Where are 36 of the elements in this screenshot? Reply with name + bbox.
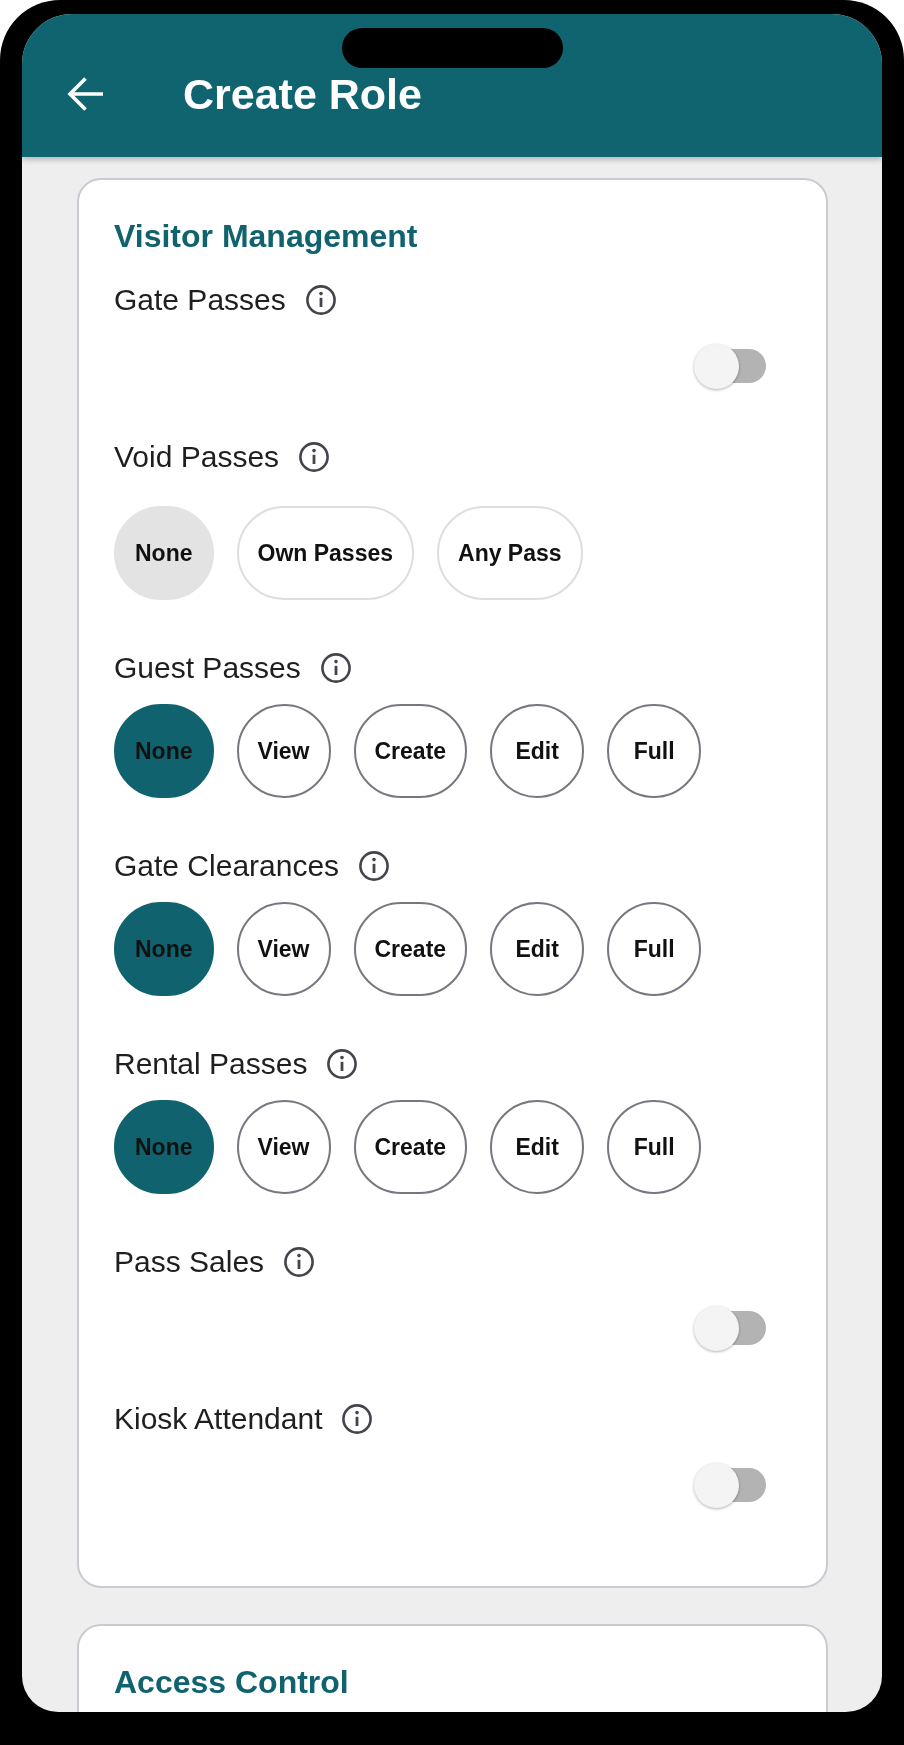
option-chip[interactable]: Any Pass — [437, 506, 583, 600]
option-chip[interactable]: Edit — [490, 902, 585, 996]
option-chip[interactable]: Edit — [490, 1100, 585, 1194]
toggle-switch[interactable] — [694, 343, 766, 389]
option-chip[interactable]: View — [236, 1100, 331, 1194]
toggle-switch[interactable] — [694, 1305, 766, 1351]
option-chip[interactable]: Full — [607, 1100, 702, 1194]
info-icon[interactable] — [359, 851, 390, 881]
option-chip[interactable]: Full — [607, 704, 702, 798]
permission-label: Guest Passes — [114, 650, 301, 686]
option-chip[interactable]: Create — [353, 1100, 468, 1194]
permission-label: Rental Passes — [114, 1046, 308, 1082]
info-icon[interactable] — [305, 285, 336, 315]
option-chip[interactable]: Create — [353, 704, 468, 798]
option-chip[interactable]: Own Passes — [236, 506, 415, 600]
permission-label: Gate Clearances — [114, 848, 340, 884]
permission-label: Void Passes — [114, 439, 280, 475]
option-chip[interactable]: View — [236, 704, 331, 798]
info-icon[interactable] — [299, 442, 330, 472]
option-chip[interactable]: Create — [353, 902, 468, 996]
info-icon[interactable] — [342, 1404, 373, 1434]
option-chip[interactable]: Edit — [490, 704, 585, 798]
toggle-switch[interactable] — [694, 1462, 766, 1508]
back-arrow-icon[interactable] — [67, 76, 104, 112]
option-chip[interactable]: None — [114, 506, 214, 600]
option-chip[interactable]: Full — [607, 902, 702, 996]
info-icon[interactable] — [327, 1049, 358, 1079]
app-bar-title: Create Role — [183, 69, 422, 120]
section-title: Access Control — [114, 1664, 350, 1700]
permission-label: Gate Passes — [114, 282, 286, 318]
permission-label: Pass Sales — [114, 1244, 265, 1280]
option-chip[interactable]: View — [236, 902, 331, 996]
section-title: Visitor Management — [114, 218, 419, 254]
info-icon[interactable] — [284, 1247, 315, 1277]
info-icon[interactable] — [320, 653, 351, 683]
permission-label: Kiosk Attendant — [114, 1401, 323, 1437]
